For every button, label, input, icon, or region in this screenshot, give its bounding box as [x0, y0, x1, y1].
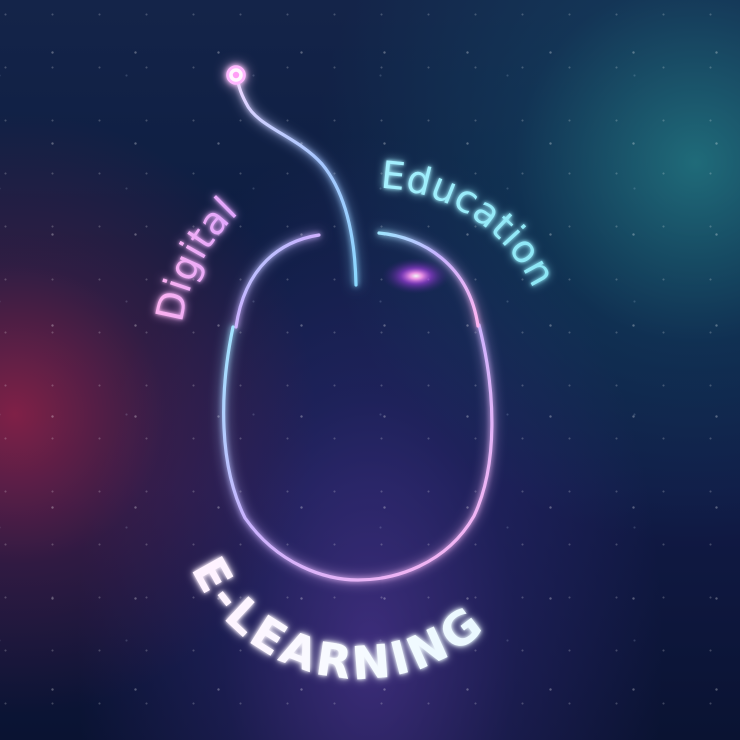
poster-art: Digital Education E-LEARNING	[147, 65, 564, 691]
e-learning-poster: Digital Education E-LEARNING	[0, 0, 740, 740]
mouse-body-outline	[222, 323, 494, 582]
e-learning-arc-text: E-LEARNING	[181, 548, 495, 691]
mouse-left-button-outline	[234, 233, 321, 329]
glowing-dot-core	[232, 71, 240, 79]
cable-path	[235, 74, 358, 287]
digital-arc-text: Digital	[147, 188, 245, 325]
mouse-cable	[226, 65, 358, 287]
mouse-icon	[222, 231, 494, 582]
mouse-button-highlight	[382, 258, 450, 294]
